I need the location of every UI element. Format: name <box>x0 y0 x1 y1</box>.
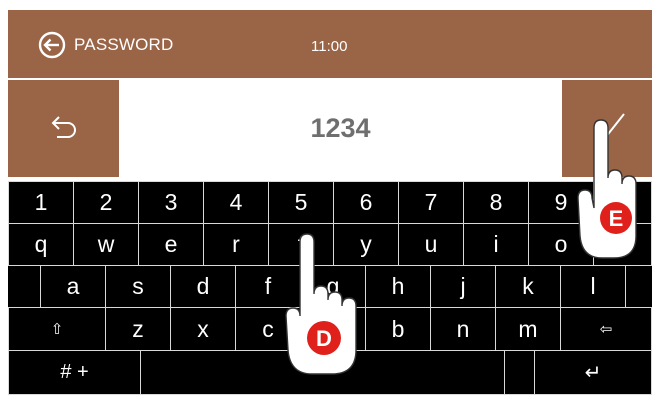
key-w[interactable]: w <box>73 223 139 266</box>
clock: 11:00 <box>311 38 348 55</box>
backspace-key[interactable]: ⇦ <box>560 307 652 351</box>
key-z[interactable]: z <box>105 307 171 351</box>
undo-button[interactable] <box>8 80 119 177</box>
key-2[interactable]: 2 <box>73 181 139 224</box>
key-j[interactable]: j <box>430 265 496 308</box>
key-x[interactable]: x <box>170 307 236 351</box>
symbols-key[interactable]: # + <box>8 350 141 395</box>
back-arrow-icon[interactable] <box>38 31 66 59</box>
key-t[interactable]: t <box>268 223 334 266</box>
key-n[interactable]: n <box>430 307 496 351</box>
key-s[interactable]: s <box>105 265 171 308</box>
key-q[interactable]: q <box>8 223 74 266</box>
keyboard-row-zxcv: ⇧ z x c v b n m ⇦ <box>8 307 652 351</box>
key-d[interactable]: d <box>170 265 236 308</box>
key-3[interactable]: 3 <box>138 181 204 224</box>
key-a[interactable]: a <box>40 265 106 308</box>
key-u[interactable]: u <box>398 223 464 266</box>
key-v[interactable]: v <box>300 307 366 351</box>
key-r[interactable]: r <box>203 223 269 266</box>
key-5[interactable]: 5 <box>268 181 334 224</box>
confirm-button[interactable] <box>562 80 652 177</box>
key-c[interactable]: c <box>235 307 301 351</box>
password-entry-row: 1234 <box>8 80 652 177</box>
key-h[interactable]: h <box>365 265 431 308</box>
key-i[interactable]: i <box>463 223 529 266</box>
key-1[interactable]: 1 <box>8 181 74 224</box>
check-icon <box>595 113 625 140</box>
keyboard-row-asdf: a s d f g h j k l <box>8 265 652 308</box>
key-b[interactable]: b <box>365 307 431 351</box>
key-l[interactable]: l <box>560 265 626 308</box>
key-8[interactable]: 8 <box>463 181 529 224</box>
keyboard-row-bottom: # + ↵ <box>8 350 652 395</box>
key-4[interactable]: 4 <box>203 181 269 224</box>
key-m[interactable]: m <box>495 307 561 351</box>
key-p[interactable]: p <box>593 223 652 266</box>
undo-arrow-icon <box>51 116 76 138</box>
key-9[interactable]: 9 <box>528 181 594 224</box>
space-key[interactable] <box>140 350 505 395</box>
keyboard-row-qwerty: q w e r t y u i o p <box>8 223 652 266</box>
key-k[interactable]: k <box>495 265 561 308</box>
shift-key[interactable]: ⇧ <box>8 307 106 351</box>
key-f[interactable]: f <box>235 265 301 308</box>
key-o[interactable]: o <box>528 223 594 266</box>
key-y[interactable]: y <box>333 223 399 266</box>
key-g[interactable]: g <box>300 265 366 308</box>
keyboard-row-digits: 1 2 3 4 5 6 7 8 9 0 <box>8 181 652 224</box>
password-field[interactable]: 1234 <box>119 80 562 177</box>
enter-key[interactable]: ↵ <box>534 350 652 395</box>
on-screen-keyboard: 1 2 3 4 5 6 7 8 9 0 q w e r t y u i o p … <box>8 181 652 395</box>
key-e[interactable]: e <box>138 223 204 266</box>
header-bar: PASSWORD 11:00 <box>8 10 652 78</box>
key-0[interactable]: 0 <box>593 181 652 224</box>
key-7[interactable]: 7 <box>398 181 464 224</box>
key-6[interactable]: 6 <box>333 181 399 224</box>
key-blank[interactable] <box>504 350 535 395</box>
page-title: PASSWORD <box>74 35 174 54</box>
